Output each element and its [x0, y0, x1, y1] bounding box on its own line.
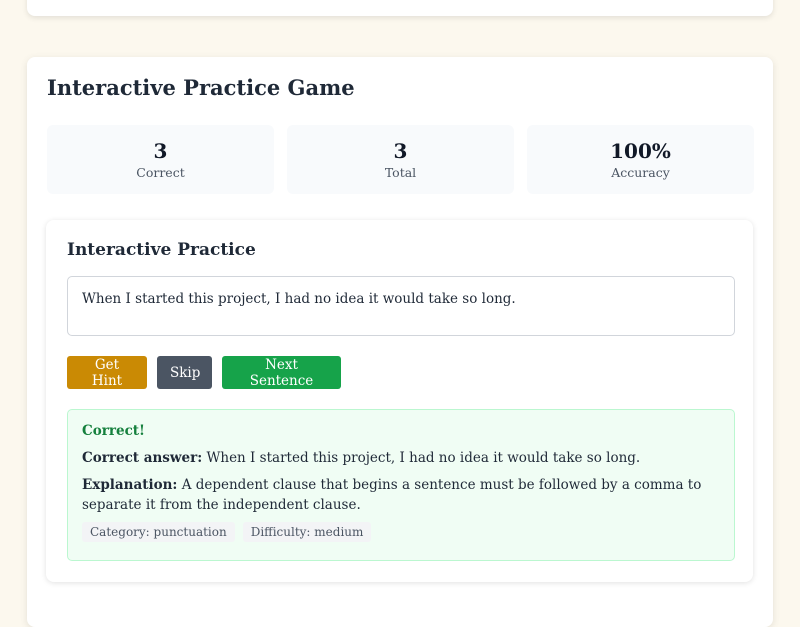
correct-answer-label: Correct answer: — [82, 450, 203, 466]
stat-total: 3 Total — [287, 125, 514, 194]
stat-total-label: Total — [384, 164, 417, 180]
feedback-panel: Correct! Correct answer: When I started … — [67, 409, 735, 561]
next-sentence-button[interactable]: Next Sentence — [222, 356, 341, 389]
category-tag: Category: punctuation — [82, 522, 235, 542]
stat-accuracy: 100% Accuracy — [527, 125, 754, 194]
feedback-status: Correct! — [82, 423, 145, 439]
correct-answer-text: When I started this project, I had no id… — [206, 450, 641, 466]
skip-button[interactable]: Skip — [157, 356, 212, 389]
explanation-label: Explanation: — [82, 477, 178, 493]
game-title: Interactive Practice Game — [47, 75, 355, 100]
interactive-practice-panel: Interactive Practice When I started this… — [46, 220, 753, 582]
get-hint-button[interactable]: Get Hint — [67, 356, 147, 389]
stat-correct-value: 3 — [153, 138, 168, 163]
stat-correct-label: Correct — [136, 164, 185, 180]
stat-accuracy-label: Accuracy — [611, 164, 670, 180]
stat-accuracy-value: 100% — [610, 138, 671, 163]
practice-game-card: Interactive Practice Game 3 Correct 3 To… — [27, 57, 773, 627]
correct-answer-line: Correct answer: When I started this proj… — [82, 448, 720, 468]
explanation-line: Explanation: A dependent clause that beg… — [82, 475, 720, 515]
stats-row: 3 Correct 3 Total 100% Accuracy — [47, 125, 754, 194]
practice-title: Interactive Practice — [67, 240, 256, 260]
previous-card — [27, 0, 773, 16]
action-buttons: Get Hint Skip Next Sentence — [67, 356, 341, 389]
sentence-input[interactable]: When I started this project, I had no id… — [67, 276, 735, 336]
stat-correct: 3 Correct — [47, 125, 274, 194]
difficulty-tag: Difficulty: medium — [242, 522, 372, 542]
tags-row: Category: punctuation Difficulty: medium — [82, 522, 720, 542]
stat-total-value: 3 — [393, 138, 408, 163]
